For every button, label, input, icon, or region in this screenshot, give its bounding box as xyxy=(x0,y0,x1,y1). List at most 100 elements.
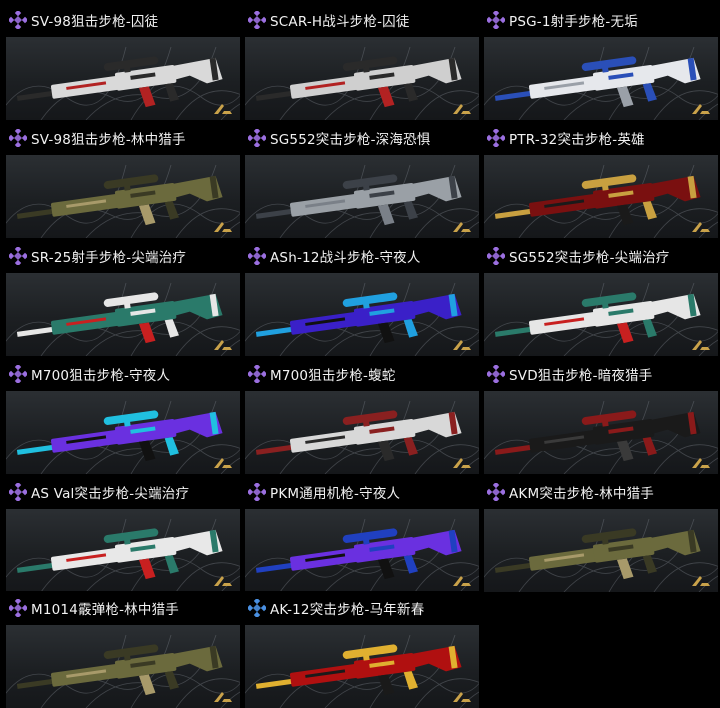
weapon-preview xyxy=(6,37,240,120)
skin-title: AK-12突击步枪-马年新春 xyxy=(242,591,479,625)
rarity-diamond-icon xyxy=(248,599,266,617)
rarity-diamond-icon xyxy=(9,247,27,265)
skin-card[interactable]: SR-25射手步枪-尖端治疗 xyxy=(3,239,240,356)
weapon-icon xyxy=(16,292,223,344)
skin-name: M1014霰弹枪-林中猎手 xyxy=(31,602,179,618)
skin-card[interactable]: PSG-1射手步枪-无垢 xyxy=(481,3,718,120)
weapon-icon xyxy=(494,528,701,580)
skin-card[interactable]: AS Val突击步枪-尖端治疗 xyxy=(3,475,240,592)
emblem-icon xyxy=(214,576,232,586)
rarity-diamond-icon xyxy=(9,11,27,29)
weapon-icon xyxy=(255,528,462,580)
skin-card[interactable]: ASh-12战斗步枪-守夜人 xyxy=(242,239,479,356)
skin-title: AS Val突击步枪-尖端治疗 xyxy=(3,475,240,509)
skin-name: M700狙击步枪-守夜人 xyxy=(31,368,171,384)
rarity-diamond-icon xyxy=(248,365,266,383)
emblem-icon xyxy=(692,458,710,468)
skin-title: PKM通用机枪-守夜人 xyxy=(242,475,479,509)
skin-card[interactable]: PTR-32突击步枪-英雄 xyxy=(481,121,718,238)
rarity-diamond-icon xyxy=(248,247,266,265)
skin-card[interactable]: SG552突击步枪-尖端治疗 xyxy=(481,239,718,356)
weapon-icon xyxy=(494,174,701,226)
skin-name: PKM通用机枪-守夜人 xyxy=(270,486,401,502)
skin-name: SG552突击步枪-尖端治疗 xyxy=(509,250,670,266)
skin-title: SCAR-H战斗步枪-囚徒 xyxy=(242,3,479,37)
skin-title: SG552突击步枪-深海恐惧 xyxy=(242,121,479,155)
skin-name: SV-98狙击步枪-囚徒 xyxy=(31,14,159,30)
skin-name: SG552突击步枪-深海恐惧 xyxy=(270,132,431,148)
emblem-icon xyxy=(692,576,710,586)
emblem-icon xyxy=(692,104,710,114)
rarity-diamond-icon xyxy=(487,483,505,501)
emblem-icon xyxy=(453,340,471,350)
rarity-diamond-icon xyxy=(9,365,27,383)
weapon-preview xyxy=(245,37,479,120)
skin-title: SV-98狙击步枪-林中猎手 xyxy=(3,121,240,155)
skin-name: SV-98狙击步枪-林中猎手 xyxy=(31,132,186,148)
weapon-icon xyxy=(255,410,462,462)
weapon-icon xyxy=(255,292,462,344)
weapon-preview xyxy=(245,509,479,592)
rarity-diamond-icon xyxy=(248,129,266,147)
skin-title: SV-98狙击步枪-囚徒 xyxy=(3,3,240,37)
weapon-preview xyxy=(245,273,479,356)
rarity-diamond-icon xyxy=(248,11,266,29)
weapon-icon xyxy=(16,410,223,462)
skin-card[interactable]: SCAR-H战斗步枪-囚徒 xyxy=(242,3,479,120)
weapon-preview xyxy=(6,155,240,238)
skin-title: AKM突击步枪-林中猎手 xyxy=(481,475,718,509)
skin-card[interactable]: SV-98狙击步枪-囚徒 xyxy=(3,3,240,120)
weapon-icon xyxy=(16,528,223,580)
skin-card[interactable]: M700狙击步枪-守夜人 xyxy=(3,357,240,474)
emblem-icon xyxy=(214,692,232,702)
skin-name: PSG-1射手步枪-无垢 xyxy=(509,14,638,30)
emblem-icon xyxy=(214,458,232,468)
weapon-icon xyxy=(255,644,462,696)
rarity-diamond-icon xyxy=(487,365,505,383)
weapon-preview xyxy=(245,391,479,474)
skin-title: PTR-32突击步枪-英雄 xyxy=(481,121,718,155)
skin-card[interactable]: M700狙击步枪-蝮蛇 xyxy=(242,357,479,474)
rarity-diamond-icon xyxy=(487,11,505,29)
emblem-icon xyxy=(214,340,232,350)
rarity-diamond-icon xyxy=(9,483,27,501)
emblem-icon xyxy=(453,458,471,468)
skin-title: M700狙击步枪-守夜人 xyxy=(3,357,240,391)
skin-card[interactable]: SG552突击步枪-深海恐惧 xyxy=(242,121,479,238)
emblem-icon xyxy=(453,222,471,232)
skin-title: M700狙击步枪-蝮蛇 xyxy=(242,357,479,391)
weapon-preview xyxy=(6,391,240,474)
skin-title: SG552突击步枪-尖端治疗 xyxy=(481,239,718,273)
emblem-icon xyxy=(692,222,710,232)
weapon-icon xyxy=(494,56,701,108)
weapon-preview xyxy=(6,625,240,708)
emblem-icon xyxy=(214,104,232,114)
skin-name: ASh-12战斗步枪-守夜人 xyxy=(270,250,421,266)
weapon-preview xyxy=(484,391,718,474)
weapon-preview xyxy=(484,155,718,238)
weapon-icon xyxy=(16,56,223,108)
skin-title: ASh-12战斗步枪-守夜人 xyxy=(242,239,479,273)
emblem-icon xyxy=(453,692,471,702)
rarity-diamond-icon xyxy=(487,129,505,147)
emblem-icon xyxy=(453,576,471,586)
skin-name: AK-12突击步枪-马年新春 xyxy=(270,602,425,618)
skin-title: PSG-1射手步枪-无垢 xyxy=(481,3,718,37)
skin-name: SCAR-H战斗步枪-囚徒 xyxy=(270,14,410,30)
skin-card[interactable]: PKM通用机枪-守夜人 xyxy=(242,475,479,592)
skin-card[interactable]: SVD狙击步枪-暗夜猎手 xyxy=(481,357,718,474)
weapon-preview xyxy=(484,37,718,120)
weapon-icon xyxy=(494,292,701,344)
skin-title: SVD狙击步枪-暗夜猎手 xyxy=(481,357,718,391)
skin-name: SR-25射手步枪-尖端治疗 xyxy=(31,250,187,266)
skin-card[interactable]: M1014霰弹枪-林中猎手 xyxy=(3,591,240,708)
skin-card[interactable]: AK-12突击步枪-马年新春 xyxy=(242,591,479,708)
weapon-preview xyxy=(245,625,479,708)
skin-card[interactable]: AKM突击步枪-林中猎手 xyxy=(481,475,718,592)
weapon-preview xyxy=(484,509,718,592)
rarity-diamond-icon xyxy=(248,483,266,501)
skin-name: AS Val突击步枪-尖端治疗 xyxy=(31,486,190,502)
weapon-preview xyxy=(484,273,718,356)
skin-card[interactable]: SV-98狙击步枪-林中猎手 xyxy=(3,121,240,238)
weapon-icon xyxy=(16,644,223,696)
